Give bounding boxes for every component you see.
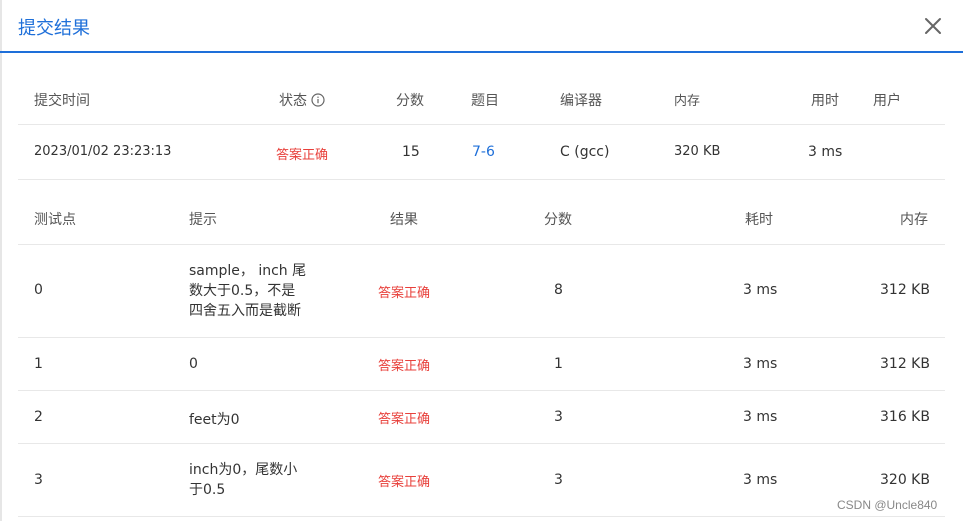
col-score: 分数 [396,93,424,109]
summary-data-row: 2023/01/02 23:23:13 答案正确 15 7-6 C (gcc) … [18,125,945,180]
test-id: 2 [34,409,43,425]
test-hint-line: sample， inch 尾 [189,263,307,279]
close-icon [925,18,941,34]
test-hint: inch为0，尾数小 于0.5 [189,460,314,500]
status-badge: 答案正确 [276,148,329,163]
table-row: 0 sample， inch 尾 数大于0.5，不是 四舍五入而是截断 答案正确… [18,245,945,338]
left-border [0,0,2,521]
tests-header-row: 测试点 提示 结果 分数 耗时 内存 [18,192,945,245]
test-hint: 0 [189,356,198,372]
test-hint-line: inch为0，尾数小 [189,462,298,478]
test-memory: 312 KB [880,356,930,372]
test-score: 3 [554,472,563,488]
watermark: CSDN @Uncle840 [837,498,938,512]
close-button[interactable] [921,14,945,38]
memory-value: 320 KB [674,144,721,159]
test-time: 3 ms [743,356,778,372]
col-submit-time: 提交时间 [34,93,90,109]
test-memory: 316 KB [880,409,930,425]
table-row: 1 0 答案正确 1 3 ms 312 KB [18,338,945,391]
test-id: 3 [34,472,43,488]
test-result: 答案正确 [378,359,431,374]
test-hint-line: 于0.5 [189,482,226,498]
test-hint: sample， inch 尾 数大于0.5，不是 四舍五入而是截断 [189,261,314,321]
test-result: 答案正确 [378,286,431,301]
info-icon[interactable] [311,93,325,107]
test-result: 答案正确 [378,412,431,427]
test-hint: feet为0 [189,412,240,428]
test-memory: 312 KB [880,282,930,298]
submit-time: 2023/01/02 23:23:13 [34,144,172,159]
test-id: 1 [34,356,43,372]
test-time: 3 ms [743,472,778,488]
test-result: 答案正确 [378,475,431,490]
compiler-value: C (gcc) [560,144,610,160]
test-hint-line: 四舍五入而是截断 [189,303,301,319]
col-result: 结果 [390,212,418,228]
col-test-id: 测试点 [34,212,76,228]
summary-header-row: 提交时间 状态 分数 题目 编译器 内存 用时 用户 [18,72,945,125]
test-id: 0 [34,282,43,298]
dialog-title: 提交结果 [18,18,90,39]
col-duration: 用时 [811,93,839,109]
col-status: 状态 [279,90,325,110]
duration-value: 3 ms [808,144,843,160]
col-test-memory: 内存 [900,212,928,228]
col-memory: 内存 [674,94,701,109]
col-time: 耗时 [745,212,773,228]
test-memory: 320 KB [880,472,930,488]
dialog-header: 提交结果 [0,0,963,53]
col-hint: 提示 [189,212,217,228]
test-score: 1 [554,356,563,372]
table-row: 3 inch为0，尾数小 于0.5 答案正确 3 3 ms 320 KB [18,444,945,517]
test-time: 3 ms [743,409,778,425]
problem-link[interactable]: 7-6 [472,144,495,160]
test-score: 8 [554,282,563,298]
col-compiler: 编译器 [560,93,602,109]
test-score: 3 [554,409,563,425]
col-test-score: 分数 [544,212,572,228]
test-time: 3 ms [743,282,778,298]
table-row: 2 feet为0 答案正确 3 3 ms 316 KB [18,391,945,444]
test-hint-line: 数大于0.5，不是 [189,283,296,299]
col-problem: 题目 [471,93,499,109]
total-score: 15 [402,144,420,160]
col-status-label: 状态 [279,93,307,109]
col-user: 用户 [873,93,901,109]
